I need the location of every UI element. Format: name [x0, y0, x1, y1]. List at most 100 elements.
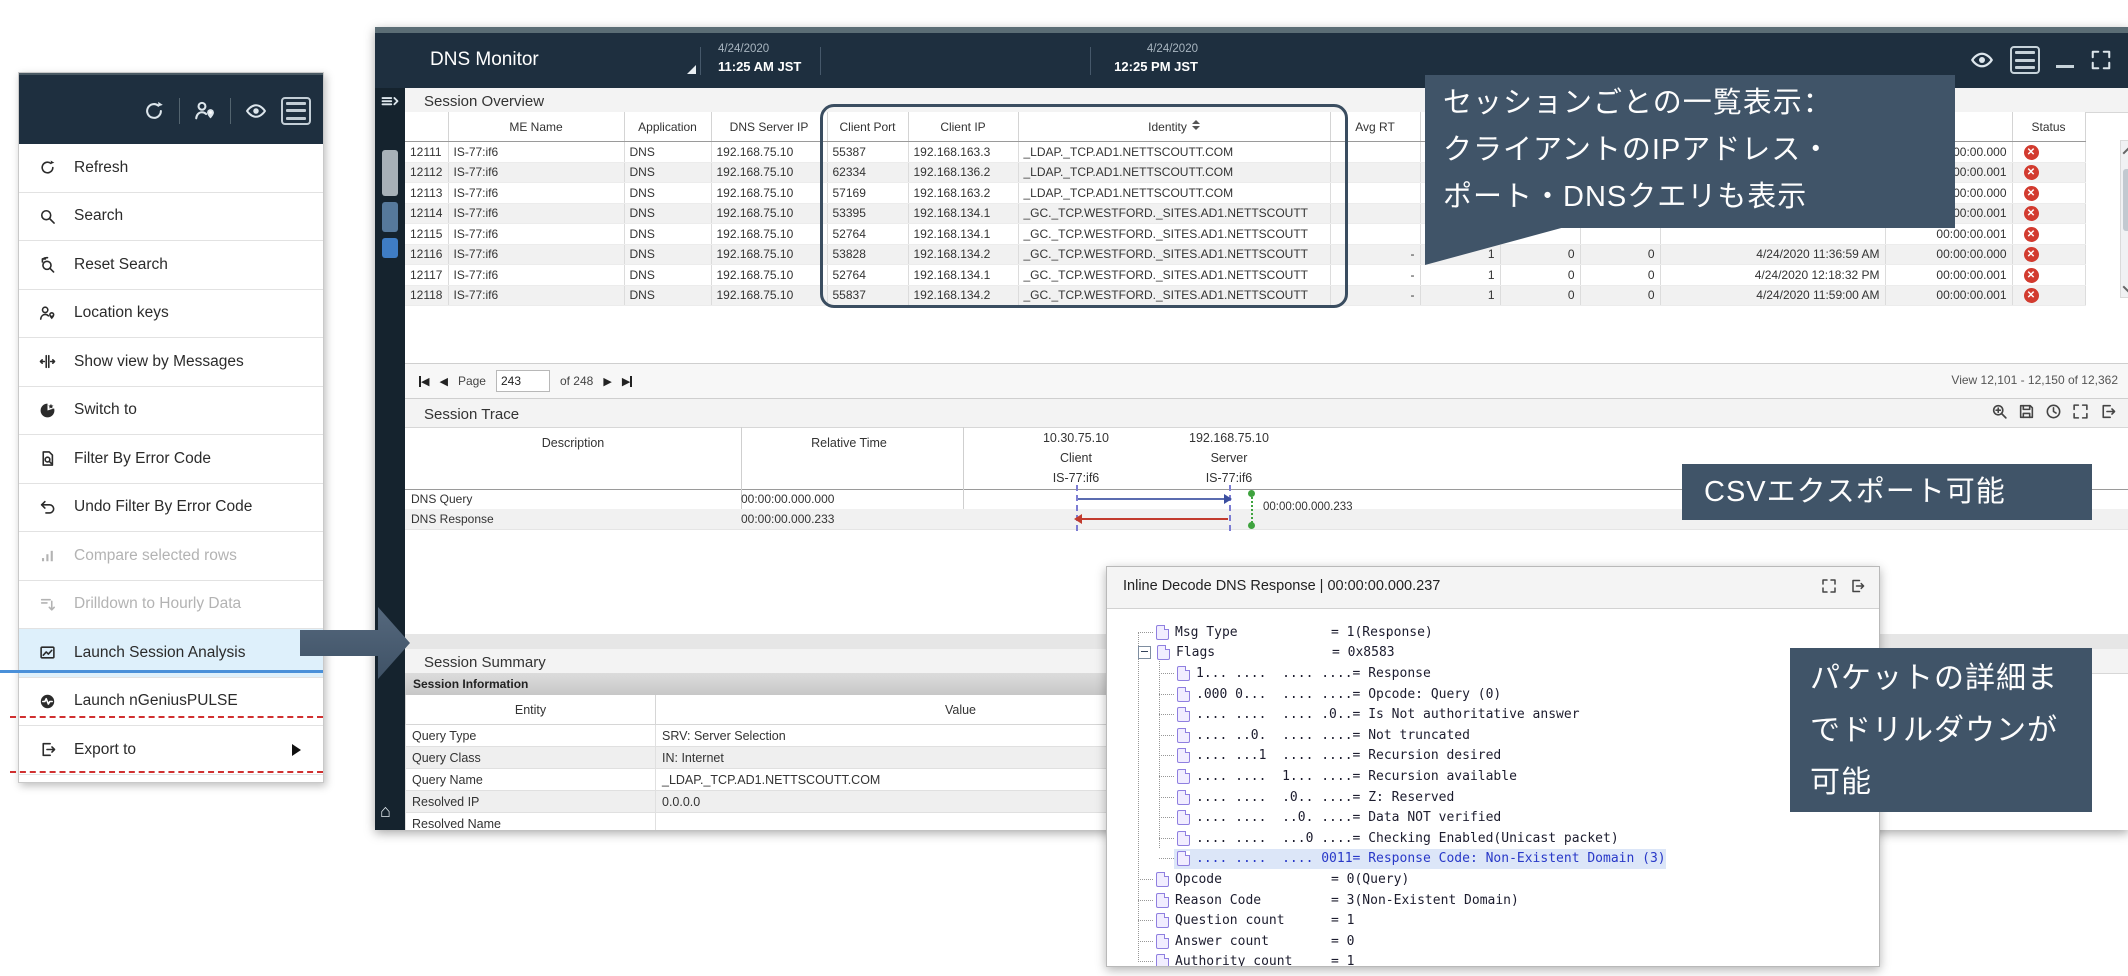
cell: 192.168.163.2	[908, 183, 1018, 204]
decode-label: .... .... ..0. ....	[1196, 810, 1353, 825]
expand-icon[interactable]	[1821, 578, 1837, 594]
menu-item-undo-filter-by-error-code[interactable]: Undo Filter By Error Code	[19, 484, 323, 533]
column-header-Identity[interactable]: Identity	[1018, 112, 1330, 142]
save-icon[interactable]	[2018, 403, 2035, 420]
decode-row[interactable]: .... ...1 .... ....= Recursion desired	[1107, 746, 1879, 767]
column-header-Avg RT[interactable]: Avg RT	[1330, 112, 1420, 142]
decode-value: = Checking Enabled(Unicast packet)	[1353, 831, 1619, 846]
column-header-Client Port[interactable]: Client Port	[827, 112, 908, 142]
first-page-button[interactable]: ◀	[419, 375, 429, 388]
time-range-end[interactable]: 4/24/2020 12:25 PM JST	[1108, 41, 1198, 77]
summary-entity: Query Name	[406, 769, 656, 791]
title-caret-icon[interactable]	[687, 65, 696, 74]
decode-row[interactable]: .... .... .... .0..= Is Not authoritativ…	[1107, 704, 1879, 725]
decode-row[interactable]: .... .... ..0. ....= Data NOT verified	[1107, 807, 1879, 828]
rail-scroll-segment[interactable]	[382, 238, 398, 258]
table-row[interactable]: 12117IS-77:if6DNS192.168.75.1052764192.1…	[405, 265, 2085, 286]
decode-row[interactable]: .... .... .0.. ....= Z: Reserved	[1107, 787, 1879, 808]
last-page-button[interactable]: ▶	[622, 375, 632, 388]
menu-item-launch-ngeniuspulse[interactable]: Launch nGeniusPULSE	[19, 678, 323, 727]
sidebar-expand-icon[interactable]	[380, 93, 400, 113]
error-status-icon: ✕	[2024, 186, 2039, 201]
decode-label: .... .... .... .0..	[1196, 707, 1353, 722]
eye-icon[interactable]	[245, 100, 267, 122]
page-input[interactable]	[496, 370, 550, 392]
rail-scroll-segment[interactable]	[382, 202, 398, 232]
menu-item-switch-to[interactable]: Switch to	[19, 387, 323, 436]
scroll-down-icon[interactable]	[2123, 279, 2128, 296]
expand-icon[interactable]	[2072, 403, 2089, 420]
decode-value: = Not truncated	[1353, 728, 1470, 743]
prev-page-button[interactable]: ◀	[439, 375, 447, 388]
column-header-ME Name[interactable]: ME Name	[448, 112, 624, 142]
latency-dot	[1248, 490, 1255, 497]
home-icon[interactable]: ⌂	[380, 801, 391, 822]
time-range-start[interactable]: 4/24/2020 11:25 AM JST	[718, 41, 801, 77]
decode-row[interactable]: .... .... .... 0011= Response Code: Non-…	[1107, 849, 1879, 870]
decode-row[interactable]: Reason Code= 3(Non-Existent Domain)	[1107, 890, 1879, 911]
menu-item-reset-search[interactable]: Reset Search	[19, 241, 323, 290]
eye-icon[interactable]	[1970, 48, 1994, 72]
table-scrollbar[interactable]	[2120, 140, 2128, 298]
menu-icon[interactable]	[2010, 46, 2040, 74]
cell: 53395	[827, 203, 908, 224]
sort-icon[interactable]	[1192, 120, 1200, 130]
menu-icon[interactable]	[281, 97, 311, 125]
decode-row[interactable]: Flags= 0x8583	[1107, 643, 1879, 664]
export-icon	[39, 741, 56, 758]
export-icon[interactable]	[2099, 403, 2116, 420]
decode-row[interactable]: Answer count= 0	[1107, 931, 1879, 952]
decode-row[interactable]: .... ..0. .... ....= Not truncated	[1107, 725, 1879, 746]
field-icon	[1156, 625, 1169, 640]
clock-icon[interactable]	[2045, 403, 2062, 420]
menu-item-location-keys[interactable]: Location keys	[19, 290, 323, 339]
col-entity[interactable]: Entity	[406, 695, 656, 725]
menu-item-show-view-by-messages[interactable]: Show view by Messages	[19, 338, 323, 387]
column-header-Status[interactable]: Status	[2012, 112, 2085, 142]
cell: _LDAP._TCP.AD1.NETTSCOUTT.COM	[1018, 183, 1330, 204]
table-row[interactable]: 12118IS-77:if6DNS192.168.75.1055837192.1…	[405, 285, 2085, 306]
decode-row[interactable]: Authority count= 1	[1107, 952, 1879, 967]
menu-item-filter-by-error-code[interactable]: Filter By Error Code	[19, 435, 323, 484]
decode-row[interactable]: .000 0... .... ....= Opcode: Query (0)	[1107, 684, 1879, 705]
decode-row[interactable]: .... .... ...0 ....= Checking Enabled(Un…	[1107, 828, 1879, 849]
collapse-icon[interactable]	[1138, 646, 1151, 659]
reset-search-icon	[39, 256, 56, 273]
decode-label: .... .... .... 0011	[1196, 851, 1353, 866]
decode-row[interactable]: Question count= 1	[1107, 910, 1879, 931]
section-title-text: Session Trace	[424, 406, 519, 423]
menu-item-export-to[interactable]: Export to	[19, 726, 323, 775]
user-location-icon[interactable]	[194, 100, 216, 122]
next-page-button[interactable]: ▶	[603, 375, 611, 388]
column-header-DNS Server IP[interactable]: DNS Server IP	[711, 112, 827, 142]
scroll-up-icon[interactable]	[2123, 145, 2128, 162]
refresh-icon[interactable]	[143, 100, 165, 122]
tree-connector	[1159, 838, 1174, 839]
column-header-Application[interactable]: Application	[624, 112, 711, 142]
divider	[700, 47, 701, 75]
column-header-Client IP[interactable]: Client IP	[908, 112, 1018, 142]
rail-scroll-segment[interactable]	[382, 150, 398, 196]
tree-connector	[1159, 858, 1174, 859]
decode-row[interactable]: Msg Type= 1(Response)	[1107, 622, 1879, 643]
decode-panel-header[interactable]: Inline Decode DNS Response | 00:00:00.00…	[1107, 567, 1879, 609]
menu-item-drilldown-to-hourly-data: Drilldown to Hourly Data	[19, 581, 323, 630]
tree-connector	[1138, 961, 1153, 962]
decode-value: = 0	[1331, 934, 1354, 949]
export-icon[interactable]	[1849, 578, 1865, 594]
compare-rows-icon	[39, 547, 56, 564]
minimize-icon[interactable]	[2056, 65, 2074, 68]
decode-row[interactable]: Opcode= 0(Query)	[1107, 869, 1879, 890]
scrollbar-thumb[interactable]	[2123, 169, 2128, 231]
column-header-blank[interactable]	[405, 112, 448, 142]
menu-item-search[interactable]: Search	[19, 193, 323, 242]
cell: 192.168.75.10	[711, 183, 827, 204]
decode-row[interactable]: .... .... 1... ....= Recursion available	[1107, 766, 1879, 787]
table-row[interactable]: 12116IS-77:if6DNS192.168.75.1053828192.1…	[405, 244, 2085, 265]
decode-value: = 0x8583	[1332, 645, 1395, 660]
expand-icon[interactable]	[2090, 49, 2112, 71]
menu-item-refresh[interactable]: Refresh	[19, 144, 323, 193]
latency-dot	[1248, 522, 1255, 529]
decode-row[interactable]: 1... .... .... ....= Response	[1107, 663, 1879, 684]
zoom-icon[interactable]	[1991, 403, 2008, 420]
